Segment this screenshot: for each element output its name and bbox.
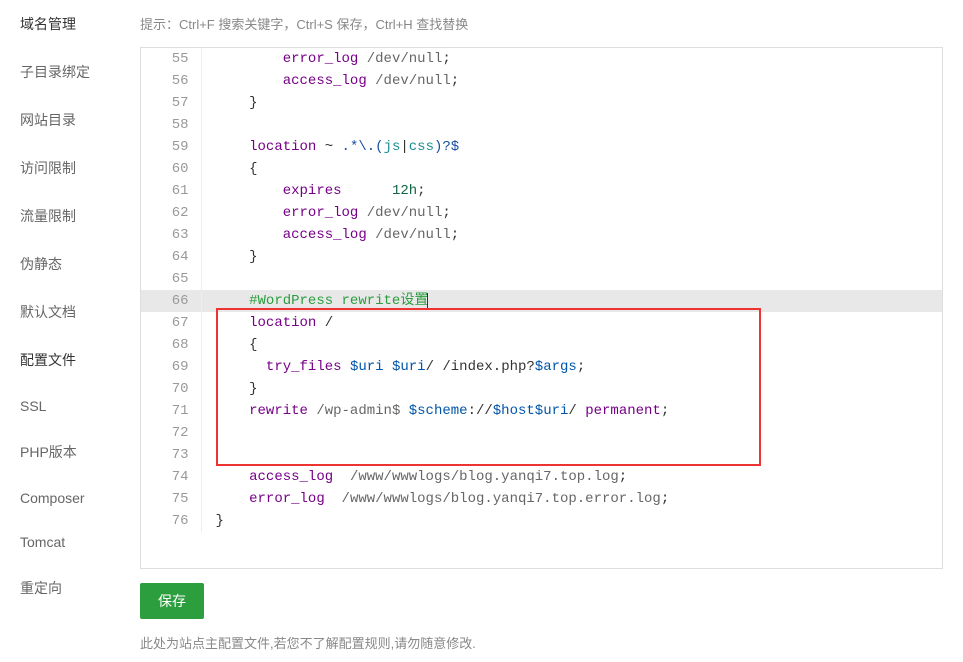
code-line[interactable]: access_log /www/wwwlogs/blog.yanqi7.top.…	[201, 466, 942, 488]
code-line[interactable]: location ~ .*\.(js|css)?$	[201, 136, 942, 158]
line-number: 66	[141, 290, 201, 312]
line-number: 65	[141, 268, 201, 290]
line-number: 63	[141, 224, 201, 246]
code-line[interactable]: #WordPress rewrite设置	[201, 290, 942, 312]
line-number: 75	[141, 488, 201, 510]
code-line[interactable]	[201, 444, 942, 466]
config-warning: 此处为站点主配置文件,若您不了解配置规则,请勿随意修改.	[140, 633, 943, 652]
line-number: 61	[141, 180, 201, 202]
sidebar-item[interactable]: 域名管理	[0, 0, 120, 48]
line-number: 56	[141, 70, 201, 92]
main-panel: 提示：Ctrl+F 搜索关键字，Ctrl+S 保存，Ctrl+H 查找替换 55…	[120, 0, 963, 662]
sidebar-item[interactable]: 流量限制	[0, 192, 120, 240]
sidebar-item[interactable]: PHP版本	[0, 428, 120, 476]
sidebar-item[interactable]: 重定向	[0, 564, 120, 612]
sidebar-item[interactable]: 伪静态	[0, 240, 120, 288]
line-number: 55	[141, 48, 201, 70]
code-line[interactable]: {	[201, 334, 942, 356]
line-number: 71	[141, 400, 201, 422]
line-number: 62	[141, 202, 201, 224]
line-number: 74	[141, 466, 201, 488]
sidebar-item[interactable]: 配置文件	[0, 336, 120, 384]
code-line[interactable]: error_log /www/wwwlogs/blog.yanqi7.top.e…	[201, 488, 942, 510]
code-line[interactable]: }	[201, 246, 942, 268]
line-number: 70	[141, 378, 201, 400]
code-line[interactable]	[201, 114, 942, 136]
save-button[interactable]: 保存	[140, 583, 204, 619]
line-number: 64	[141, 246, 201, 268]
code-line[interactable]: location /	[201, 312, 942, 334]
code-line[interactable]	[201, 422, 942, 444]
code-line[interactable]: error_log /dev/null;	[201, 202, 942, 224]
sidebar-item[interactable]: 子目录绑定	[0, 48, 120, 96]
line-number: 73	[141, 444, 201, 466]
code-line[interactable]: expires 12h;	[201, 180, 942, 202]
line-number: 67	[141, 312, 201, 334]
code-line[interactable]: rewrite /wp-admin$ $scheme://$host$uri/ …	[201, 400, 942, 422]
editor-hint: 提示：Ctrl+F 搜索关键字，Ctrl+S 保存，Ctrl+H 查找替换	[140, 10, 943, 37]
code-line[interactable]	[201, 268, 942, 290]
line-number: 60	[141, 158, 201, 180]
code-line[interactable]: }	[201, 378, 942, 400]
config-editor[interactable]: 55 error_log /dev/null;56 access_log /de…	[140, 47, 943, 569]
line-number: 57	[141, 92, 201, 114]
sidebar-item[interactable]: Composer	[0, 476, 120, 520]
line-number: 68	[141, 334, 201, 356]
code-line[interactable]: access_log /dev/null;	[201, 224, 942, 246]
line-number: 59	[141, 136, 201, 158]
line-number: 69	[141, 356, 201, 378]
code-line[interactable]: }	[201, 510, 942, 532]
code-line[interactable]: error_log /dev/null;	[201, 48, 942, 70]
line-number: 72	[141, 422, 201, 444]
sidebar-item[interactable]: 网站目录	[0, 96, 120, 144]
code-line[interactable]: }	[201, 92, 942, 114]
editor-scroll[interactable]: 55 error_log /dev/null;56 access_log /de…	[141, 48, 942, 568]
code-content[interactable]: 55 error_log /dev/null;56 access_log /de…	[141, 48, 942, 532]
sidebar-item[interactable]: SSL	[0, 384, 120, 428]
code-line[interactable]: access_log /dev/null;	[201, 70, 942, 92]
code-line[interactable]: try_files $uri $uri/ /index.php?$args;	[201, 356, 942, 378]
site-sidebar: 域名管理子目录绑定网站目录访问限制流量限制伪静态默认文档配置文件SSLPHP版本…	[0, 0, 120, 662]
line-number: 76	[141, 510, 201, 532]
code-line[interactable]: {	[201, 158, 942, 180]
sidebar-item[interactable]: 默认文档	[0, 288, 120, 336]
sidebar-item[interactable]: 访问限制	[0, 144, 120, 192]
sidebar-item[interactable]: Tomcat	[0, 520, 120, 564]
line-number: 58	[141, 114, 201, 136]
